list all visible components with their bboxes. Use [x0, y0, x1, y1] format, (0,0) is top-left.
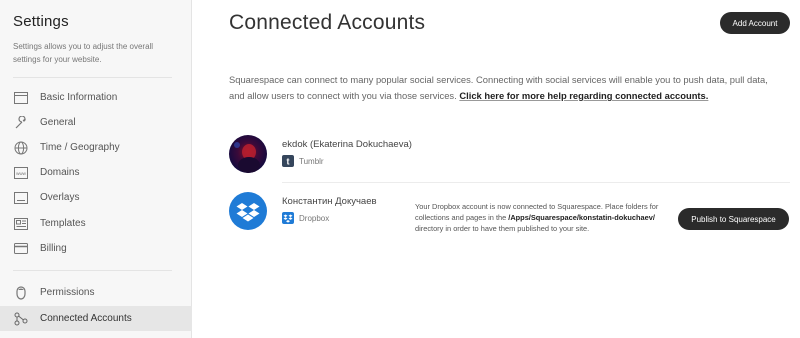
account-name: Константин Докучаев — [282, 196, 377, 207]
add-account-button[interactable]: Add Account — [720, 12, 790, 34]
overlay-window-icon — [13, 190, 28, 205]
sidebar-item-connected-accounts[interactable]: Connected Accounts — [0, 306, 192, 331]
sidebar-item-label: Time / Geography — [40, 142, 120, 153]
globe-icon — [13, 140, 28, 155]
template-icon — [13, 216, 28, 231]
note-text: directory in order to have them publishe… — [415, 224, 590, 234]
connected-nodes-icon — [13, 311, 28, 326]
service-name: Dropbox — [299, 213, 330, 223]
credit-card-icon — [13, 241, 28, 256]
intro-paragraph: Squarespace can connect to many popular … — [229, 72, 784, 104]
wrench-icon — [13, 115, 28, 130]
sidebar-item-billing[interactable]: Billing — [0, 236, 192, 261]
account-name: ekdok (Ekaterina Dokuchaeva) — [282, 139, 412, 150]
avatar — [229, 135, 267, 173]
account-row-dropbox: Константин Докучаев Dropbox Your Dropbox… — [229, 192, 790, 237]
service-label: Dropbox — [282, 212, 329, 224]
row-divider — [282, 182, 790, 183]
sidebar-item-basic-information[interactable]: Basic Information — [0, 85, 192, 110]
sidebar-divider — [13, 270, 172, 271]
dropbox-connection-note: Your Dropbox account is now connected to… — [415, 201, 665, 235]
settings-sidebar: Settings Settings allows you to adjust t… — [0, 0, 192, 338]
sidebar-item-time-geography[interactable]: Time / Geography — [0, 135, 192, 160]
browser-window-icon — [13, 90, 28, 105]
svg-text:www: www — [16, 171, 26, 176]
sidebar-item-label: Domains — [40, 167, 80, 178]
svg-text:t: t — [287, 157, 290, 167]
dropbox-icon — [282, 212, 294, 224]
sidebar-item-label: Billing — [40, 243, 67, 254]
sidebar-item-permissions[interactable]: Permissions — [0, 280, 192, 305]
sidebar-title: Settings — [13, 13, 69, 30]
dropbox-avatar — [229, 192, 267, 230]
person-icon — [13, 285, 28, 300]
sidebar-item-templates[interactable]: Templates — [0, 211, 192, 236]
sidebar-item-label: Permissions — [40, 287, 95, 298]
sidebar-item-label: Overlays — [40, 192, 80, 203]
service-label: t Tumblr — [282, 155, 324, 167]
sidebar-item-label: General — [40, 117, 76, 128]
sidebar-item-label: Connected Accounts — [40, 313, 132, 324]
publish-to-squarespace-button[interactable]: Publish to Squarespace — [678, 208, 789, 230]
sidebar-description: Settings allows you to adjust the overal… — [13, 42, 154, 64]
tumblr-icon: t — [282, 155, 294, 167]
sidebar-item-label: Basic Information — [40, 92, 118, 103]
help-link[interactable]: Click here for more help regarding conne… — [459, 90, 708, 101]
sidebar-item-overlays[interactable]: Overlays — [0, 185, 192, 210]
sidebar-item-general[interactable]: General — [0, 110, 192, 135]
service-name: Tumblr — [299, 156, 324, 166]
dropbox-folder-path: /Apps/Squarespace/konstatin-dokuchaev/ — [508, 213, 655, 223]
sidebar-item-label: Templates — [40, 218, 86, 229]
www-icon: www — [13, 165, 28, 180]
account-row-tumblr: ekdok (Ekaterina Dokuchaeva) t Tumblr — [229, 135, 790, 175]
sidebar-item-domains[interactable]: www Domains — [0, 160, 192, 185]
sidebar-divider — [13, 77, 172, 78]
page-title: Connected Accounts — [229, 11, 426, 34]
